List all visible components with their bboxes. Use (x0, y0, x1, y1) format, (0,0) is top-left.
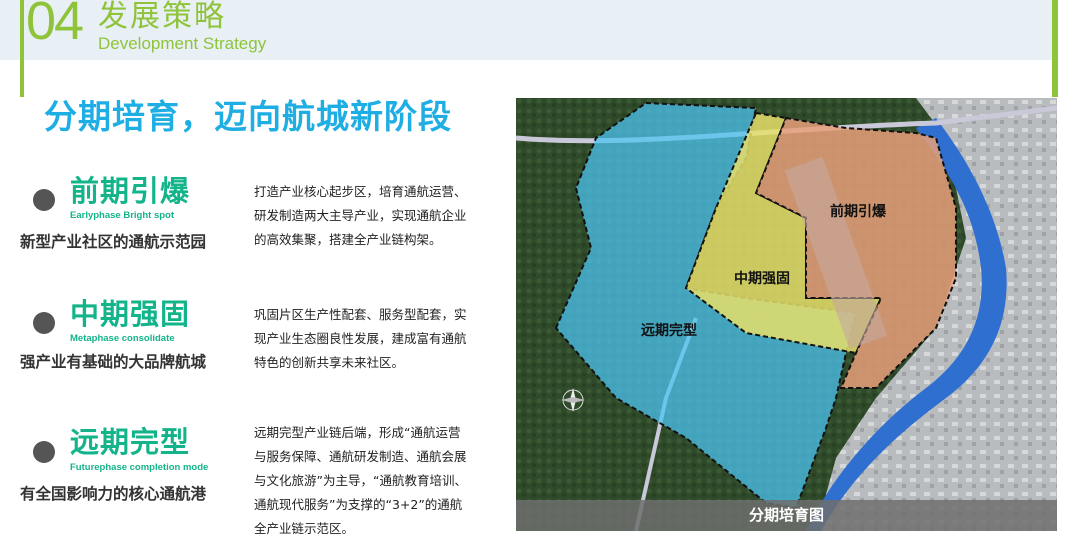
phase-description: 巩固片区生产性配套、服务型配套，实 现产业生态圈良性发展，建成富有通航 特色的创… (254, 303, 494, 375)
phase-title: 前期引爆 (70, 174, 191, 208)
header-accent-left (20, 0, 24, 97)
phase-early: 前期引爆 Earlyphase Bright spot 新型产业社区的通航示范园… (0, 170, 500, 260)
phase-title-english: Futurephase completion mode (70, 462, 209, 473)
description-line: 远期完型产业链后端，形成“通航运营 (254, 425, 461, 440)
phase-subtitle: 有全国影响力的核心通航港 (20, 485, 207, 503)
phase-title-english: Metaphase consolidate (70, 333, 175, 344)
phase-subtitle: 新型产业社区的通航示范园 (20, 233, 207, 251)
description-line: 现产业生态圈良性发展，建成富有通航 (254, 331, 467, 346)
bullet-icon (33, 189, 55, 211)
phase-subtitle: 强产业有基础的大品牌航城 (20, 353, 207, 371)
section-title: 发展策略 (98, 0, 226, 34)
zone-label-mid: 中期强固 (734, 271, 790, 287)
phase-title-english: Earlyphase Bright spot (70, 210, 174, 221)
section-title-english: Development Strategy (98, 34, 267, 53)
description-line: 特色的创新共享未来社区。 (254, 355, 405, 370)
phase-title: 中期强固 (70, 297, 191, 331)
phase-description: 远期完型产业链后端，形成“通航运营 与服务保障、通航研发制造、通航会展 与文化旅… (254, 421, 494, 541)
description-line: 与文化旅游”为主导，“通航教育培训、 (254, 473, 467, 488)
phasing-map: 前期引爆 中期强固 远期完型 分期培育图 (516, 98, 1057, 531)
description-line: 全产业链示范区。 (254, 521, 355, 536)
description-line: 的高效集聚，搭建全产业链构架。 (254, 232, 442, 247)
bullet-icon (33, 441, 55, 463)
description-line: 巩固片区生产性配套、服务型配套，实 (254, 307, 467, 322)
zone-label-early: 前期引爆 (830, 204, 886, 220)
main-heading: 分期培育，迈向航城新阶段 (44, 97, 452, 136)
map-graphic (516, 98, 1057, 531)
phase-mid: 中期强固 Metaphase consolidate 强产业有基础的大品牌航城 … (0, 293, 500, 383)
zone-label-far: 远期完型 (641, 323, 697, 339)
description-line: 研发制造两大主导产业，实现通航企业 (254, 208, 467, 223)
phase-description: 打造产业核心起步区，培育通航运营、 研发制造两大主导产业，实现通航企业 的高效集… (254, 180, 494, 252)
section-number: 04 (26, 0, 84, 51)
description-line: 通航现代服务”为支撑的“3+2”的通航 (254, 497, 463, 512)
phase-far: 远期完型 Futurephase completion mode 有全国影响力的… (0, 418, 500, 548)
description-line: 与服务保障、通航研发制造、通航会展 (254, 449, 467, 464)
map-caption: 分期培育图 (516, 500, 1057, 531)
phase-title: 远期完型 (70, 425, 191, 459)
description-line: 打造产业核心起步区，培育通航运营、 (254, 184, 467, 199)
bullet-icon (33, 312, 55, 334)
header-accent-right (1052, 0, 1058, 97)
